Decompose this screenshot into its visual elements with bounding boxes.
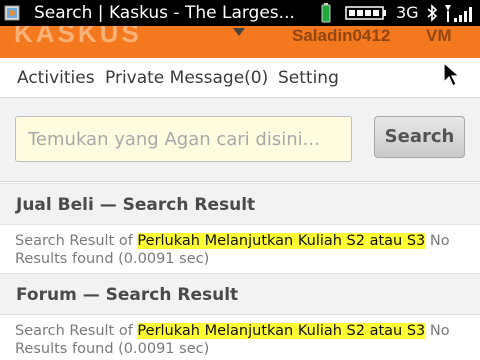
search-area: Search	[0, 98, 480, 182]
username-link[interactable]: Saladin0412	[292, 26, 390, 46]
section-title: Forum — Search Result	[16, 285, 239, 305]
battery-charging-icon	[321, 3, 331, 23]
section-title: Jual Beli — Search Result	[16, 195, 256, 215]
search-input[interactable]	[15, 116, 352, 162]
search-button[interactable]: Search	[374, 116, 465, 158]
result-line: Search Result of Perlukah Melanjutkan Ku…	[15, 322, 475, 340]
forum-result: Search Result of Perlukah Melanjutkan Ku…	[15, 322, 475, 358]
jual-beli-result: Search Result of Perlukah Melanjutkan Ku…	[15, 232, 475, 268]
jual-beli-section-header: Jual Beli — Search Result	[0, 183, 480, 225]
result-suffix: No	[429, 323, 450, 339]
bluetooth-icon	[427, 4, 438, 22]
signal-bars-icon	[445, 5, 472, 22]
window-title: Search | Kaskus - The Larges...	[34, 3, 295, 23]
visitor-message-link[interactable]: VM	[426, 26, 452, 46]
result-line: Search Result of Perlukah Melanjutkan Ku…	[15, 232, 475, 250]
result-status: Results found (0.0091 sec)	[15, 251, 210, 267]
nav-item-private-message[interactable]: Private Message(0)	[105, 68, 268, 88]
status-bar: Search | Kaskus - The Larges... 3G	[0, 0, 480, 26]
mouse-pointer-icon	[443, 62, 461, 87]
forum-section-header: Forum — Search Result	[0, 273, 480, 315]
nav-item-activities[interactable]: Activities	[17, 68, 95, 88]
battery-icon	[345, 6, 386, 20]
nav-item-setting[interactable]: Setting	[278, 68, 339, 88]
kaskus-logo[interactable]: KASKUS	[14, 26, 142, 49]
browser-app-icon	[4, 5, 20, 21]
result-prefix: Search Result of	[15, 233, 133, 249]
result-prefix: Search Result of	[15, 323, 133, 339]
nav-bar: Activities Private Message(0) Setting	[0, 58, 480, 98]
network-type-label: 3G	[396, 3, 419, 22]
result-suffix: No	[429, 233, 450, 249]
chevron-down-icon[interactable]	[231, 27, 247, 37]
search-query-highlight: Perlukah Melanjutkan Kuliah S2 atau S3	[137, 323, 426, 339]
search-query-highlight: Perlukah Melanjutkan Kuliah S2 atau S3	[137, 233, 426, 249]
result-status: Results found (0.0091 sec)	[15, 341, 210, 357]
